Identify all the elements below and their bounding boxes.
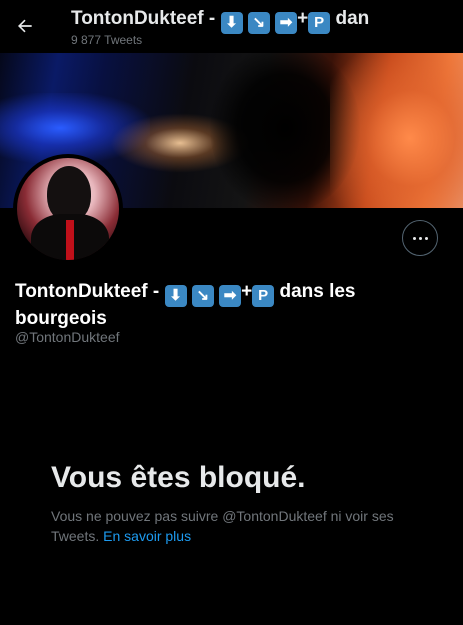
header-name-suffix: dan — [330, 8, 370, 29]
arrow-left-icon — [18, 19, 32, 33]
plus-sign: + — [241, 281, 253, 302]
plus-sign: + — [297, 8, 309, 29]
header-profile-name: TontonDukteef - ⬇ ↘ ➡ + P dan — [71, 7, 456, 34]
tweet-count: 9 877 Tweets — [71, 33, 143, 47]
learn-more-link[interactable]: En savoir plus — [103, 528, 191, 544]
arrow-down-key-icon: ⬇ — [164, 285, 187, 307]
arrow-down-key-icon: ⬇ — [220, 12, 243, 34]
avatar-tie — [66, 220, 74, 260]
header-name-text: TontonDukteef - — [71, 8, 221, 29]
profile-handle: @TontonDukteef — [15, 329, 120, 345]
profile-display-name: TontonDukteef - ⬇ ↘ ➡ + P dans les bourgeo… — [15, 280, 445, 331]
arrow-down-right-key-icon: ↘ — [191, 285, 214, 307]
banner-orange-glow — [330, 53, 463, 208]
p-button-key-icon: P — [308, 12, 331, 34]
avatar[interactable] — [13, 154, 123, 264]
more-horizontal-icon — [412, 236, 428, 240]
arrow-right-key-icon: ➡ — [219, 285, 242, 307]
blocked-title: Vous êtes bloqué. — [51, 461, 306, 494]
p-button-key-icon: P — [252, 285, 275, 307]
back-button[interactable] — [8, 9, 42, 43]
display-name-text: TontonDukteef - — [15, 281, 165, 302]
more-options-button[interactable] — [402, 220, 438, 256]
top-bar: TontonDukteef - ⬇ ↘ ➡ + P dan 9 877 Tweets — [0, 0, 463, 53]
arrow-right-key-icon: ➡ — [275, 12, 298, 34]
arrow-down-right-key-icon: ↘ — [247, 12, 270, 34]
blocked-message: Vous ne pouvez pas suivre @TontonDukteef… — [51, 506, 401, 546]
